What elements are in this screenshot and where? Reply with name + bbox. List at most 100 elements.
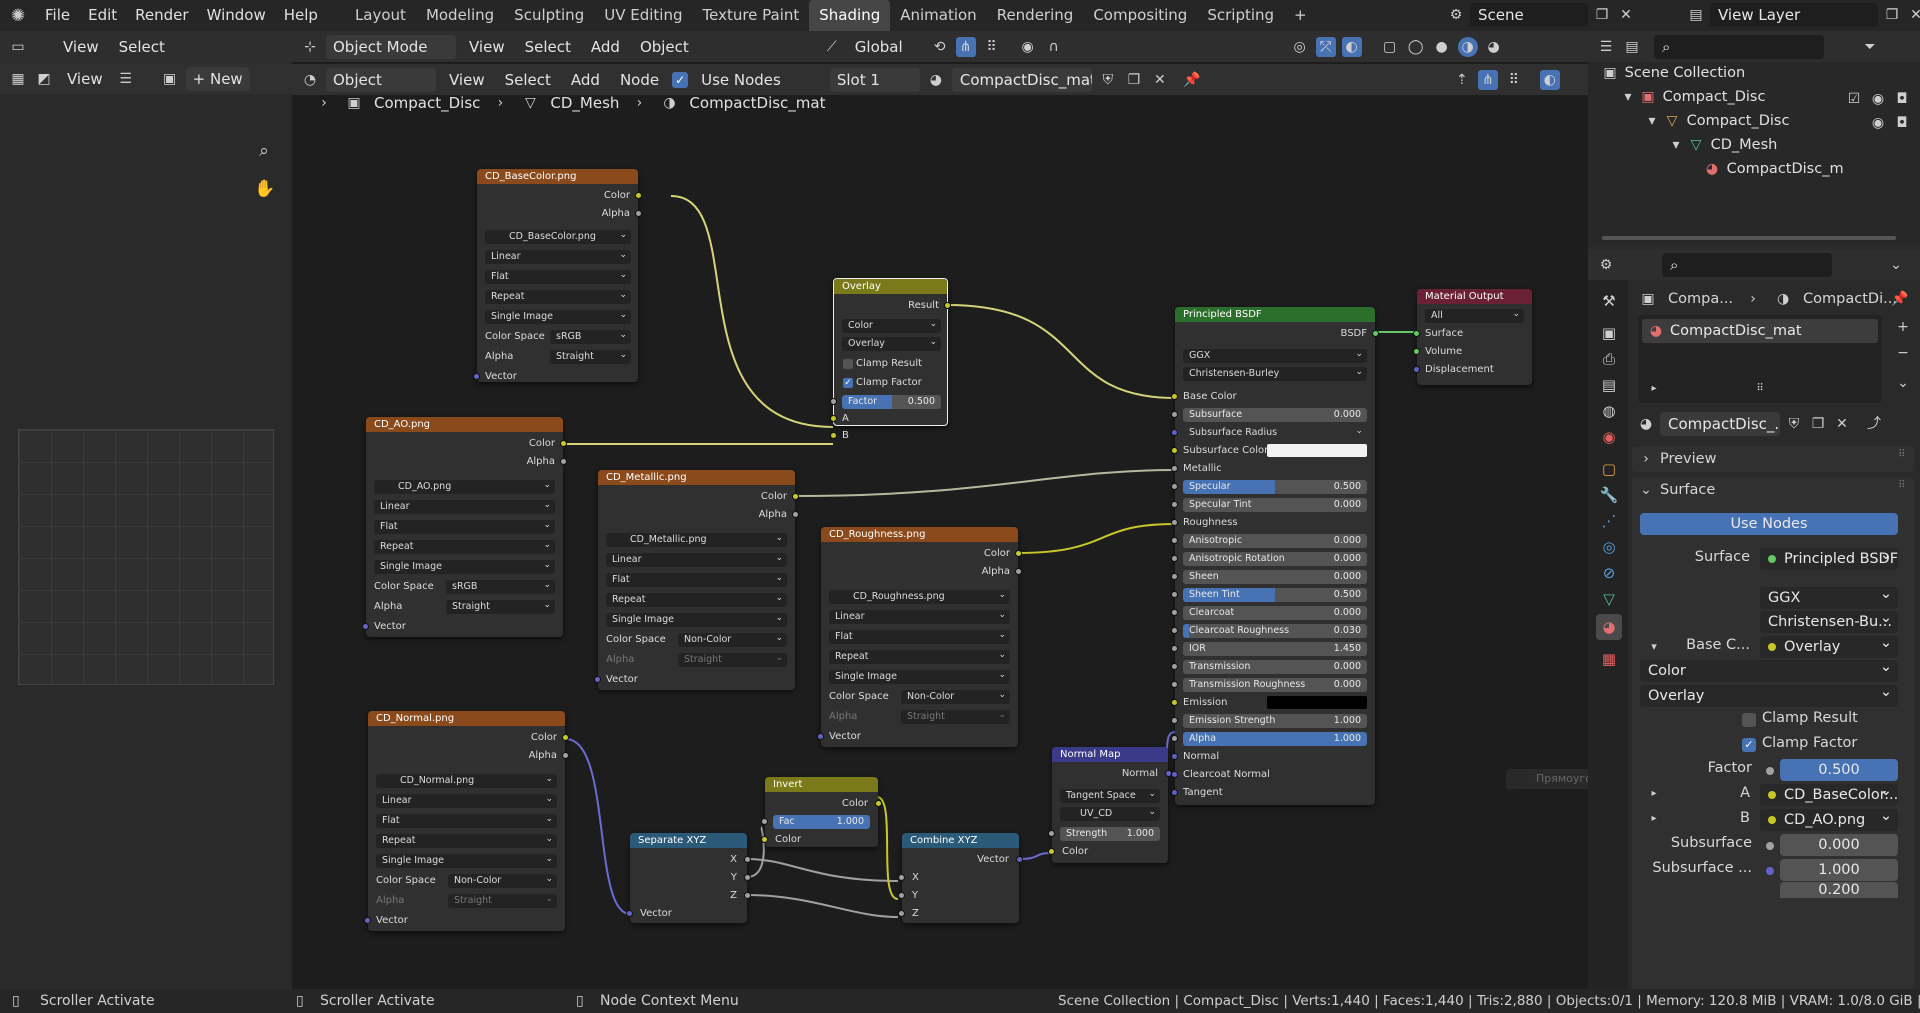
interpolation-select[interactable]: Linear bbox=[376, 794, 557, 808]
zoom-icon[interactable]: ⌕ bbox=[254, 141, 274, 161]
use-nodes-checkbox[interactable]: ✓ bbox=[672, 71, 689, 88]
expand-icon[interactable]: ▾ bbox=[1618, 87, 1638, 107]
interpolation-select[interactable]: Linear bbox=[485, 250, 631, 264]
solid-shading-icon[interactable]: ● bbox=[1432, 37, 1452, 57]
tab-shading[interactable]: Shading bbox=[809, 0, 891, 31]
bsdf-slider[interactable]: Clearcoat 0.000 bbox=[1183, 606, 1367, 620]
node-principled-bsdf[interactable]: Principled BSDF BSDF GGX Christensen-Bur… bbox=[1171, 307, 1379, 805]
source-select[interactable]: Single Image bbox=[829, 670, 1010, 684]
material-shading-icon[interactable]: ◑ bbox=[1457, 36, 1478, 57]
bsdf-input-socket[interactable] bbox=[1171, 591, 1178, 598]
distribution-select[interactable]: GGX bbox=[1760, 587, 1898, 609]
expand-icon[interactable]: ▾ bbox=[1666, 135, 1686, 155]
extension-select[interactable]: Repeat bbox=[485, 290, 631, 304]
vector-input-socket[interactable] bbox=[473, 373, 480, 380]
material-browse-icon[interactable]: ◕ bbox=[1636, 414, 1656, 434]
bsdf-input-socket[interactable] bbox=[1171, 501, 1178, 508]
vector-input-socket[interactable] bbox=[626, 910, 633, 917]
space-select[interactable]: Tangent Space bbox=[1060, 789, 1160, 803]
node-header[interactable]: Material Output bbox=[1417, 289, 1532, 304]
bsdf-slider[interactable]: Transmission 0.000 bbox=[1183, 660, 1367, 674]
slot-specials-icon[interactable]: ⌄ bbox=[1893, 373, 1913, 393]
fac-slider[interactable]: Fac 1.000 bbox=[773, 815, 870, 829]
visibility-icon[interactable]: ◎ bbox=[1290, 37, 1310, 57]
factor-input-socket[interactable] bbox=[830, 398, 837, 405]
color-input-socket[interactable] bbox=[1048, 848, 1055, 855]
viewport-add-menu[interactable]: Add bbox=[584, 35, 627, 59]
material-browse-icon[interactable]: ◕ bbox=[926, 70, 946, 90]
node-overlay-icon[interactable]: ◐ bbox=[1539, 69, 1560, 90]
node-canvas[interactable]: › ▣ Compact_Disc › ▽ CD_Mesh › ◑ Compact… bbox=[292, 94, 1626, 989]
projection-select[interactable]: Flat bbox=[376, 814, 557, 828]
snap-icon[interactable]: ⋔ bbox=[955, 36, 976, 57]
source-select[interactable]: Single Image bbox=[606, 613, 787, 627]
output-tab-icon[interactable]: ⎙ bbox=[1596, 346, 1622, 372]
bsdf-input-socket[interactable] bbox=[1171, 753, 1178, 760]
fake-user-icon[interactable]: ⛨ bbox=[1784, 414, 1804, 434]
data-tab-icon[interactable]: ▽ bbox=[1596, 586, 1622, 612]
output-alpha-socket[interactable] bbox=[635, 210, 642, 217]
node-header[interactable]: CD_Roughness.png bbox=[821, 527, 1018, 542]
render-tab-icon[interactable]: ▣ bbox=[1596, 320, 1622, 346]
output-alpha-socket[interactable] bbox=[1015, 568, 1022, 575]
bsdf-input-socket[interactable] bbox=[1171, 537, 1178, 544]
surface-shader-field[interactable]: Principled BSDF bbox=[1760, 548, 1898, 570]
bsdf-slider[interactable]: Transmission Roughness 0.000 bbox=[1183, 678, 1367, 692]
input-b-socket[interactable] bbox=[830, 432, 837, 439]
menu-render[interactable]: Render bbox=[126, 0, 197, 31]
shader-type-select[interactable]: Object bbox=[326, 67, 436, 92]
projection-select[interactable]: Flat bbox=[829, 630, 1010, 644]
material-slot-list[interactable]: ◕ CompactDisc_mat ▸ ⠿ bbox=[1638, 315, 1882, 403]
node-material-output[interactable]: Material Output All Surface Volume Displ… bbox=[1413, 289, 1532, 385]
texture-tab-icon[interactable]: ▦ bbox=[1596, 646, 1622, 672]
use-nodes-button[interactable]: Use Nodes bbox=[1640, 513, 1898, 535]
color-space-select[interactable]: Non-Color bbox=[901, 690, 1010, 704]
bsdf-input-socket[interactable] bbox=[1171, 681, 1178, 688]
scene-field[interactable]: Scene bbox=[1470, 3, 1588, 27]
view-layer-tab-icon[interactable]: ▤ bbox=[1596, 372, 1622, 398]
link-type-icon[interactable]: ⤴ bbox=[1864, 414, 1884, 434]
render-camera-icon[interactable]: ◘ bbox=[1892, 113, 1912, 133]
bsdf-input-socket[interactable] bbox=[1171, 411, 1178, 418]
image-datablock-field[interactable]: CD_Normal.png bbox=[376, 774, 557, 788]
image-browse-icon[interactable]: ▣ bbox=[160, 69, 180, 89]
bsdf-input-socket[interactable] bbox=[1171, 789, 1178, 796]
bsdf-input-socket[interactable] bbox=[1171, 645, 1178, 652]
image-datablock-field[interactable]: CD_AO.png bbox=[374, 480, 555, 494]
node-header[interactable]: CD_Metallic.png bbox=[598, 470, 795, 485]
menu-file[interactable]: File bbox=[36, 0, 79, 31]
bsdf-slider[interactable]: Clearcoat Roughness 0.030 bbox=[1183, 624, 1367, 638]
output-alpha-socket[interactable] bbox=[562, 752, 569, 759]
bsdf-input-socket[interactable] bbox=[1171, 771, 1178, 778]
rendered-shading-icon[interactable]: ◕ bbox=[1484, 37, 1504, 57]
tab-uv-editing[interactable]: UV Editing bbox=[594, 0, 692, 31]
display-mode-icon[interactable]: ▤ bbox=[1622, 37, 1642, 57]
bsdf-input-socket[interactable] bbox=[1171, 717, 1178, 724]
delete-scene-icon[interactable]: ✕ bbox=[1616, 5, 1636, 25]
viewport-select-menu[interactable]: Select bbox=[518, 35, 578, 59]
tab-texture-paint[interactable]: Texture Paint bbox=[692, 0, 809, 31]
tab-layout[interactable]: Layout bbox=[345, 0, 416, 31]
node-header[interactable]: CD_BaseColor.png bbox=[477, 169, 638, 184]
image-datablock-field[interactable]: CD_BaseColor.png bbox=[485, 230, 631, 244]
blender-logo-icon[interactable]: ✺ bbox=[8, 6, 28, 26]
projection-select[interactable]: Flat bbox=[485, 270, 631, 284]
mix-blend-select[interactable]: Overlay bbox=[1640, 685, 1898, 707]
output-color-socket[interactable] bbox=[635, 192, 642, 199]
bsdf-slider[interactable]: Alpha 1.000 bbox=[1183, 732, 1367, 746]
file-view-menu[interactable]: View bbox=[56, 35, 106, 59]
node-header[interactable]: CD_Normal.png bbox=[368, 711, 565, 726]
panel-grip-icon[interactable]: ⠿ bbox=[1898, 449, 1905, 460]
node-header[interactable]: Overlay bbox=[834, 279, 947, 294]
clamp-factor-checkbox[interactable]: ✓ bbox=[843, 378, 853, 388]
tree-row-collection[interactable]: ▾ ▣ Compact_Disc bbox=[1618, 86, 1765, 108]
constraints-tab-icon[interactable]: ⊘ bbox=[1596, 560, 1622, 586]
vector-input-socket[interactable] bbox=[364, 917, 371, 924]
pin-icon[interactable]: 📌 bbox=[1890, 289, 1910, 309]
bsdf-input-socket[interactable] bbox=[1171, 429, 1178, 436]
subsurface-method-select[interactable]: Christensen-Burley bbox=[1183, 367, 1367, 381]
image-view-menu[interactable]: View bbox=[60, 67, 110, 91]
scene-tab-icon[interactable]: ◍ bbox=[1596, 398, 1622, 424]
interpolation-select[interactable]: Linear bbox=[374, 500, 555, 514]
node-invert[interactable]: Invert Color Fac 1.000 Color bbox=[761, 777, 882, 847]
